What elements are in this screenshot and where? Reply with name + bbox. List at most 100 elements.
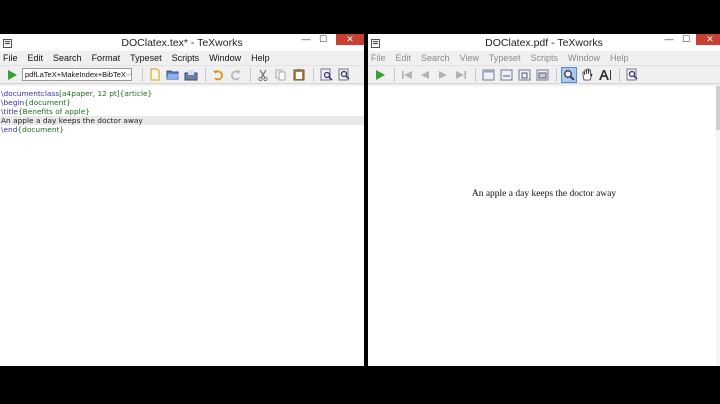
preview-toolbar	[368, 65, 720, 84]
menu-help[interactable]: Help	[251, 53, 270, 63]
editor-titlebar: DOClatex.tex* - TeXworks — ☐ ✕	[0, 34, 364, 51]
actual-size-button[interactable]	[480, 67, 496, 83]
latex-command: \documentclass	[1, 89, 60, 98]
preview-titlebar: DOClatex.pdf - TeXworks — ☐ ✕	[368, 34, 720, 51]
find-icon	[626, 68, 637, 81]
folder-open-icon	[166, 70, 179, 79]
fit-page-button[interactable]	[516, 67, 532, 83]
preview-window: DOClatex.pdf - TeXworks — ☐ ✕ File Edit …	[368, 34, 720, 366]
replace-button[interactable]	[336, 67, 352, 83]
menu-format[interactable]: Format	[92, 53, 121, 63]
plain-text: An apple a day keeps the doctor away	[1, 116, 143, 125]
last-page-button[interactable]	[453, 67, 469, 83]
arrow-left-icon	[421, 70, 429, 79]
menu-typeset[interactable]: Typeset	[489, 53, 521, 63]
editor-toolbar: pdfLaTeX+MakeIndex+BibTeX ⌵	[0, 65, 364, 84]
save-icon	[184, 69, 198, 80]
latex-command: \title	[1, 107, 18, 116]
typeset-button[interactable]	[372, 67, 388, 83]
menu-search[interactable]: Search	[421, 53, 450, 63]
open-file-button[interactable]	[165, 67, 181, 83]
toolbar-separator	[475, 67, 476, 82]
latex-argument: {Benefits of apple}	[17, 107, 90, 116]
find-in-pdf-button[interactable]	[624, 67, 640, 83]
menu-typeset[interactable]: Typeset	[130, 53, 162, 63]
toolbar-separator	[142, 67, 143, 82]
chevron-down-icon: ⌵	[125, 70, 132, 78]
menu-file[interactable]: File	[371, 53, 386, 63]
fit-width-button[interactable]	[498, 67, 514, 83]
latex-argument: {document}	[17, 125, 65, 134]
clipboard-icon	[293, 69, 305, 81]
editor-maximize-button[interactable]: ☐	[312, 34, 334, 45]
latex-command: \end	[1, 125, 18, 134]
next-page-button[interactable]	[435, 67, 451, 83]
toolbar-separator	[313, 67, 314, 82]
redo-button[interactable]	[228, 67, 244, 83]
source-line[interactable]: \documentclass[a4paper, 12 pt]{article}	[0, 89, 364, 98]
editor-close-button[interactable]: ✕	[336, 34, 364, 45]
menu-file[interactable]: File	[3, 53, 18, 63]
save-file-button[interactable]	[183, 67, 199, 83]
source-line[interactable]: \title{Benefits of apple}	[0, 107, 364, 116]
preview-menubar: File Edit Search View Typeset Scripts Wi…	[368, 51, 720, 65]
select-text-tool-button[interactable]	[597, 67, 613, 83]
copy-icon	[275, 69, 286, 80]
menu-scripts[interactable]: Scripts	[172, 53, 200, 63]
preview-close-button[interactable]: ✕	[696, 34, 720, 45]
source-editor[interactable]: \documentclass[a4paper, 12 pt]{article} …	[0, 86, 364, 366]
pdf-preview[interactable]: An apple a day keeps the doctor away	[368, 86, 720, 366]
typeset-engine-select[interactable]: pdfLaTeX+MakeIndex+BibTeX ⌵	[22, 68, 132, 81]
text-select-icon	[599, 69, 611, 80]
menu-view[interactable]: View	[460, 53, 479, 63]
scroll-tool-button[interactable]	[579, 67, 595, 83]
toolbar-separator	[394, 67, 395, 82]
typeset-button[interactable]	[4, 67, 20, 83]
first-page-icon	[402, 70, 412, 79]
previous-page-button[interactable]	[417, 67, 433, 83]
menu-search[interactable]: Search	[53, 53, 82, 63]
page-fit-window-icon	[536, 69, 548, 80]
menu-edit[interactable]: Edit	[28, 53, 44, 63]
pdf-body-text: An apple a day keeps the doctor away	[471, 189, 617, 199]
scissors-icon	[258, 69, 268, 81]
editor-window: DOClatex.tex* - TeXworks — ☐ ✕ File Edit…	[0, 34, 364, 366]
page-actual-size-icon	[482, 69, 494, 80]
menu-window[interactable]: Window	[209, 53, 241, 63]
undo-icon	[213, 69, 223, 80]
find-button[interactable]	[318, 67, 334, 83]
undo-button[interactable]	[210, 67, 226, 83]
copy-button[interactable]	[273, 67, 289, 83]
cut-button[interactable]	[255, 67, 271, 83]
preview-maximize-button[interactable]: ☐	[675, 34, 697, 45]
play-icon	[376, 69, 385, 80]
magnify-tool-button[interactable]	[561, 66, 577, 83]
latex-command: \begin	[1, 98, 25, 107]
latex-argument: [a4paper, 12 pt]{article}	[59, 89, 153, 98]
last-page-icon	[456, 70, 466, 79]
pdf-vertical-scrollbar[interactable]	[716, 86, 720, 366]
latex-argument: {document}	[24, 98, 71, 107]
menu-help[interactable]: Help	[610, 53, 629, 63]
menu-window[interactable]: Window	[568, 53, 600, 63]
current-source-line[interactable]: An apple a day keeps the doctor away	[0, 116, 364, 125]
toolbar-separator	[205, 67, 206, 82]
toolbar-separator	[556, 67, 557, 82]
typeset-engine-value: pdfLaTeX+MakeIndex+BibTeX	[25, 70, 126, 79]
redo-icon	[231, 69, 241, 80]
editor-menubar: File Edit Search Format Typeset Scripts …	[0, 51, 364, 65]
new-file-button[interactable]	[147, 67, 163, 83]
toolbar-separator	[250, 67, 251, 82]
first-page-button[interactable]	[399, 67, 415, 83]
find-icon	[320, 68, 332, 81]
find-replace-icon	[338, 68, 349, 81]
menu-scripts[interactable]: Scripts	[530, 53, 558, 63]
hand-icon	[582, 68, 593, 81]
pdf-scroll-thumb[interactable]	[716, 86, 720, 130]
menu-edit[interactable]: Edit	[396, 53, 412, 63]
source-line[interactable]: \begin{document}	[0, 98, 364, 107]
source-line[interactable]: \end{document}	[0, 125, 364, 134]
new-file-icon	[150, 68, 160, 81]
paste-button[interactable]	[291, 67, 307, 83]
fit-window-button[interactable]	[534, 67, 550, 83]
